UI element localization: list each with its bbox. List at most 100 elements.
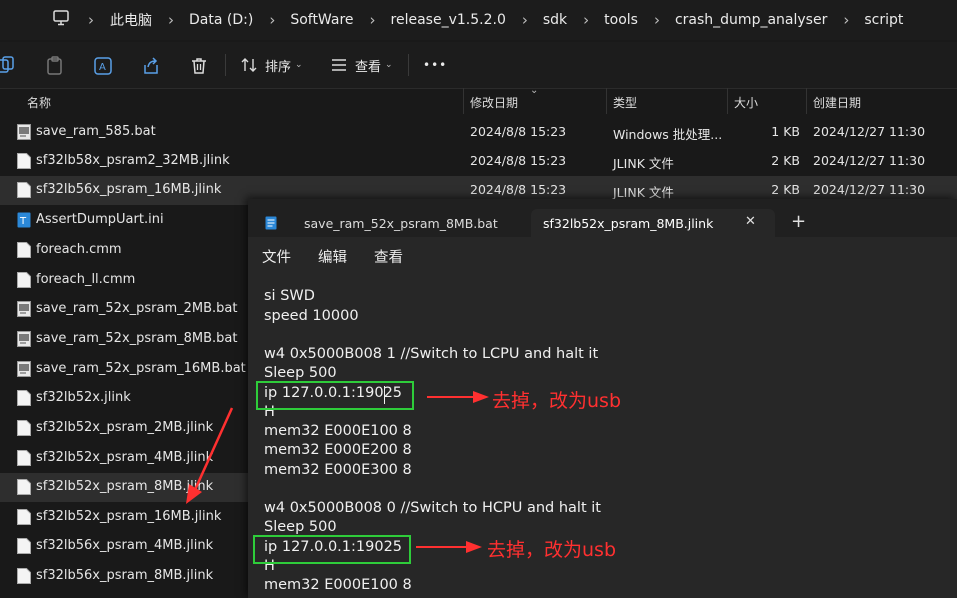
column-divider[interactable] <box>727 88 728 114</box>
copy-icon[interactable] <box>0 56 20 76</box>
breadcrumb: › 此电脑 › Data (D:) › SoftWare › release_v… <box>88 0 903 40</box>
file-name: save_ram_52x_psram_8MB.bat <box>36 331 238 346</box>
file-modified: 2024/8/8 15:23 <box>470 182 567 197</box>
code-line: mem32 E000E100 8 <box>264 423 412 439</box>
code-line: w4 0x5000B008 0 //Switch to HCPU and hal… <box>264 500 601 516</box>
paste-icon[interactable] <box>45 56 65 76</box>
breadcrumb-software[interactable]: SoftWare <box>290 12 353 28</box>
tab-jlink-active[interactable]: sf32lb52x_psram_8MB.jlink ✕ <box>531 209 775 237</box>
close-tab-icon[interactable]: ✕ <box>745 214 756 229</box>
chevron-down-icon: ⌄ <box>295 60 303 70</box>
sort-icon <box>241 58 257 72</box>
more-options-button[interactable]: ••• <box>423 54 447 76</box>
menu-view[interactable]: 查看 <box>374 246 403 267</box>
file-name: sf32lb56x_psram_16MB.jlink <box>36 182 222 197</box>
breadcrumb-this-pc[interactable]: 此电脑 <box>110 10 152 30</box>
file-name: sf32lb52x_psram_16MB.jlink <box>36 509 222 524</box>
sort-descending-icon: ⌄ <box>530 85 539 96</box>
file-row[interactable]: save_ram_585.bat 2024/8/8 15:23 Windows … <box>0 118 957 147</box>
code-line: Sleep 500 <box>264 365 337 381</box>
column-created[interactable]: 创建日期 <box>813 94 861 111</box>
view-button[interactable]: 查看 ⌄ <box>330 54 393 76</box>
bat-file-icon <box>17 331 31 347</box>
file-name: sf32lb52x.jlink <box>36 390 131 405</box>
file-icon <box>17 420 31 436</box>
file-name: foreach.cmm <box>36 242 122 257</box>
file-name: AssertDumpUart.ini <box>36 212 164 227</box>
bat-file-icon <box>17 301 31 317</box>
breadcrumb-data-d[interactable]: Data (D:) <box>189 12 253 28</box>
annotation-text: 去掉，改为usb <box>492 390 622 412</box>
bat-file-icon <box>17 124 31 140</box>
file-size: 1 KB <box>771 124 800 139</box>
breadcrumb-tools[interactable]: tools <box>604 12 638 28</box>
chevron-right-icon: › <box>843 11 850 29</box>
rename-icon[interactable]: A <box>93 56 113 76</box>
chevron-right-icon: › <box>369 11 376 29</box>
column-size[interactable]: 大小 <box>734 94 758 111</box>
new-tab-button[interactable]: + <box>791 211 806 232</box>
chevron-right-icon: › <box>168 11 174 29</box>
file-icon <box>17 450 31 466</box>
annotation-arrow-icon <box>416 541 482 553</box>
file-row[interactable]: sf32lb58x_psram2_32MB.jlink 2024/8/8 15:… <box>0 147 957 176</box>
file-name: sf32lb56x_psram_4MB.jlink <box>36 538 214 553</box>
sort-button[interactable]: 排序 ⌄ <box>240 54 303 76</box>
file-size: 2 KB <box>771 153 800 168</box>
annotation-text: 去掉，改为usb <box>487 539 617 561</box>
notepad-menu-bar: 文件 编辑 查看 <box>248 237 957 273</box>
file-icon <box>17 153 31 169</box>
column-name[interactable]: 名称 <box>27 94 51 111</box>
file-created: 2024/12/27 11:30 <box>813 124 926 139</box>
file-icon <box>17 272 31 288</box>
menu-edit[interactable]: 编辑 <box>318 246 347 267</box>
file-name: sf32lb56x_psram_8MB.jlink <box>36 568 214 583</box>
breadcrumb-crash-dump-analyser[interactable]: crash_dump_analyser <box>675 12 827 28</box>
share-icon[interactable] <box>141 56 161 76</box>
column-type[interactable]: 类型 <box>613 94 637 111</box>
view-label: 查看 <box>355 59 382 75</box>
column-divider[interactable] <box>463 88 464 114</box>
tab-save-ram-bat[interactable]: save_ram_52x_psram_8MB.bat <box>248 199 531 237</box>
highlight-box <box>253 535 411 564</box>
breadcrumb-sdk[interactable]: sdk <box>543 12 567 28</box>
column-divider[interactable] <box>806 88 807 114</box>
code-line: mem32 E000E200 8 <box>264 442 412 458</box>
view-icon <box>332 59 346 71</box>
annotation-arrow-icon <box>427 391 489 403</box>
chevron-right-icon: › <box>88 11 94 29</box>
code-line: w4 0x5000B008 1 //Switch to LCPU and hal… <box>264 346 599 362</box>
notepad-tab-bar: save_ram_52x_psram_8MB.bat sf32lb52x_psr… <box>248 199 957 237</box>
breadcrumb-release[interactable]: release_v1.5.2.0 <box>391 12 506 28</box>
code-line: mem32 E000E300 8 <box>264 462 412 478</box>
file-icon <box>17 390 31 406</box>
file-icon <box>17 242 31 258</box>
file-name: save_ram_585.bat <box>36 124 156 139</box>
chevron-right-icon: › <box>521 11 528 29</box>
column-modified[interactable]: 修改日期 <box>470 94 518 111</box>
sort-label: 排序 <box>265 59 292 75</box>
file-icon <box>17 182 31 198</box>
file-name: save_ram_52x_psram_2MB.bat <box>36 301 238 316</box>
delete-icon[interactable] <box>189 56 209 76</box>
file-name: foreach_ll.cmm <box>36 272 136 287</box>
file-icon <box>17 479 31 495</box>
highlight-box <box>256 381 414 410</box>
address-bar[interactable]: › 此电脑 › Data (D:) › SoftWare › release_v… <box>0 0 957 40</box>
code-line: si SWD <box>264 288 315 304</box>
file-icon <box>17 538 31 554</box>
file-size: 2 KB <box>771 182 800 197</box>
file-name: sf32lb58x_psram2_32MB.jlink <box>36 153 230 168</box>
code-line: speed 10000 <box>264 308 359 324</box>
file-modified: 2024/8/8 15:23 <box>470 124 567 139</box>
command-bar: A 排序 ⌄ 查看 ⌄ ••• <box>0 42 957 89</box>
chevron-right-icon: › <box>653 11 660 29</box>
annotation-arrow-icon <box>186 407 234 504</box>
toolbar-divider <box>408 54 409 76</box>
column-header: 名称 ⌄ 修改日期 类型 大小 创建日期 <box>0 85 957 114</box>
bat-file-icon <box>17 361 31 377</box>
menu-file[interactable]: 文件 <box>262 246 291 267</box>
breadcrumb-script[interactable]: script <box>864 12 903 28</box>
column-divider[interactable] <box>606 88 607 114</box>
computer-icon <box>53 10 69 26</box>
